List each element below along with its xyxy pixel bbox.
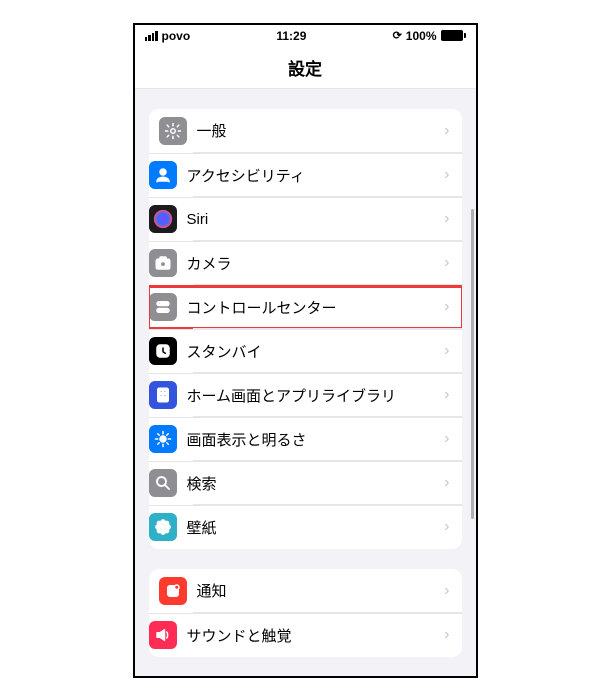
chevron-right-icon: › bbox=[444, 298, 449, 316]
bell-icon bbox=[159, 577, 187, 605]
settings-row-display[interactable]: 画面表示と明るさ› bbox=[149, 417, 462, 461]
chevron-right-icon: › bbox=[444, 582, 449, 600]
toggles-icon bbox=[149, 293, 177, 321]
navbar: 設定 bbox=[135, 47, 476, 89]
settings-group: 通知›サウンドと触覚› bbox=[149, 569, 462, 657]
row-label: 通知 bbox=[197, 580, 445, 601]
row-label: 一般 bbox=[197, 120, 445, 141]
chevron-right-icon: › bbox=[444, 166, 449, 184]
settings-row-search[interactable]: 検索› bbox=[149, 461, 462, 505]
row-label: 壁紙 bbox=[187, 517, 445, 538]
settings-row-wallpaper[interactable]: 壁紙› bbox=[149, 505, 462, 549]
status-bar: povo 11:29 ⟳ 100% bbox=[135, 25, 476, 47]
clock-icon bbox=[149, 337, 177, 365]
settings-row-standby[interactable]: スタンバイ› bbox=[149, 329, 462, 373]
flower-icon bbox=[149, 513, 177, 541]
battery-percent: 100% bbox=[406, 29, 437, 43]
person-icon bbox=[149, 161, 177, 189]
carrier-label: povo bbox=[162, 29, 191, 43]
row-label: カメラ bbox=[187, 253, 445, 274]
settings-list[interactable]: 一般›アクセシビリティ›Siri›カメラ›コントロールセンター›スタンバイ›ホー… bbox=[135, 89, 476, 676]
settings-row-accessibility[interactable]: アクセシビリティ› bbox=[149, 153, 462, 197]
status-time: 11:29 bbox=[276, 29, 306, 43]
battery-icon bbox=[441, 30, 466, 41]
chevron-right-icon: › bbox=[444, 210, 449, 228]
settings-group: 一般›アクセシビリティ›Siri›カメラ›コントロールセンター›スタンバイ›ホー… bbox=[149, 109, 462, 549]
brightness-icon bbox=[149, 425, 177, 453]
speaker-icon bbox=[149, 621, 177, 649]
settings-row-sounds[interactable]: サウンドと触覚› bbox=[149, 613, 462, 657]
chevron-right-icon: › bbox=[444, 386, 449, 404]
chevron-right-icon: › bbox=[444, 626, 449, 644]
row-label: サウンドと触覚 bbox=[187, 625, 445, 646]
settings-row-control-center[interactable]: コントロールセンター› bbox=[149, 285, 462, 329]
orientation-lock-icon: ⟳ bbox=[393, 29, 402, 42]
row-label: 検索 bbox=[187, 473, 445, 494]
chevron-right-icon: › bbox=[444, 430, 449, 448]
signal-icon bbox=[145, 31, 158, 41]
settings-row-home-screen[interactable]: ホーム画面とアプリライブラリ› bbox=[149, 373, 462, 417]
phone-frame: povo 11:29 ⟳ 100% 設定 一般›アクセシビリティ›Siri›カメ… bbox=[133, 23, 478, 678]
settings-row-general[interactable]: 一般› bbox=[149, 109, 462, 153]
scrollbar[interactable] bbox=[471, 209, 474, 519]
row-label: Siri bbox=[187, 211, 445, 228]
chevron-right-icon: › bbox=[444, 122, 449, 140]
row-label: アクセシビリティ bbox=[187, 165, 445, 186]
grid-icon bbox=[149, 381, 177, 409]
chevron-right-icon: › bbox=[444, 474, 449, 492]
status-right: ⟳ 100% bbox=[393, 29, 466, 43]
search-icon bbox=[149, 469, 177, 497]
row-label: コントロールセンター bbox=[187, 297, 445, 318]
row-label: ホーム画面とアプリライブラリ bbox=[187, 385, 445, 406]
chevron-right-icon: › bbox=[444, 254, 449, 272]
gear-icon bbox=[159, 117, 187, 145]
chevron-right-icon: › bbox=[444, 518, 449, 536]
camera-icon bbox=[149, 249, 177, 277]
settings-row-camera[interactable]: カメラ› bbox=[149, 241, 462, 285]
settings-row-siri[interactable]: Siri› bbox=[149, 197, 462, 241]
settings-row-notifications[interactable]: 通知› bbox=[149, 569, 462, 613]
chevron-right-icon: › bbox=[444, 342, 449, 360]
status-left: povo bbox=[145, 29, 191, 43]
siri-icon bbox=[149, 205, 177, 233]
row-label: スタンバイ bbox=[187, 341, 445, 362]
page-title: 設定 bbox=[288, 55, 322, 80]
row-label: 画面表示と明るさ bbox=[187, 429, 445, 450]
